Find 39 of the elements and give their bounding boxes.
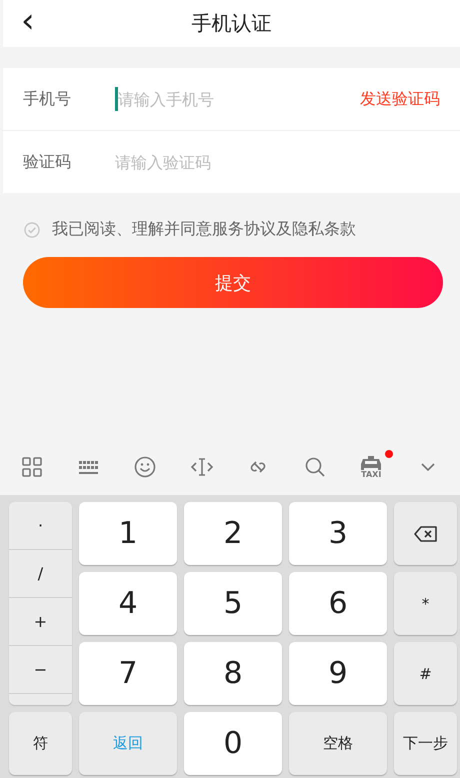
input-field[interactable]: 请输入手机号	[118, 90, 360, 108]
keyboard-key[interactable]: 符	[9, 712, 72, 775]
back-button[interactable]: ‹	[15, 6, 41, 36]
grid-icon[interactable]	[21, 456, 44, 478]
smiley-icon[interactable]	[134, 456, 156, 478]
search-icon[interactable]	[304, 456, 326, 478]
car-icon	[359, 456, 384, 470]
keyboard-key[interactable]: 1	[79, 502, 177, 565]
checkbox[interactable]	[24, 222, 40, 238]
symbol-key[interactable]: −	[9, 646, 72, 694]
page-title: 手机认证	[192, 10, 272, 37]
symbol-key[interactable]: ·	[9, 502, 72, 550]
keyboard-key[interactable]: *	[394, 572, 457, 635]
symbol-key[interactable]: +	[9, 598, 72, 646]
field-label: 手机号	[23, 88, 72, 110]
input-field[interactable]: 请输入验证码	[115, 152, 440, 172]
keyboard-key[interactable]: 7	[79, 642, 177, 705]
keyboard-key[interactable]: 空格	[289, 712, 387, 775]
text-cursor	[115, 87, 118, 111]
keyboard-key[interactable]: 0	[184, 712, 282, 775]
keyboard-key[interactable]: 8	[184, 642, 282, 705]
symbol-key[interactable]: /	[9, 550, 72, 598]
text-cursor-icon[interactable]	[190, 456, 213, 478]
keyboard-key[interactable]: 5	[184, 572, 282, 635]
backspace-key[interactable]	[394, 502, 457, 565]
submit-button[interactable]: 提交	[23, 257, 443, 308]
keyboard-key[interactable]: #	[394, 642, 457, 705]
keyboard-key[interactable]: 9	[289, 642, 387, 705]
agreement-text: 我已阅读、理解并同意服务协议及隐私条款	[52, 219, 356, 240]
keyboard-key[interactable]: 4	[79, 572, 177, 635]
keyboard-key[interactable]: 3	[289, 502, 387, 565]
taxi-button[interactable]: TAXI	[359, 456, 384, 478]
keyboard-key[interactable]: 2	[184, 502, 282, 565]
field-label: 验证码	[23, 152, 72, 172]
keyboard-key[interactable]: 下一步	[394, 712, 457, 775]
backspace-icon	[412, 524, 438, 542]
send-code-button[interactable]: 发送验证码	[360, 88, 440, 110]
taxi-label: TAXI	[361, 470, 382, 478]
keyboard-key[interactable]: 6	[289, 572, 387, 635]
